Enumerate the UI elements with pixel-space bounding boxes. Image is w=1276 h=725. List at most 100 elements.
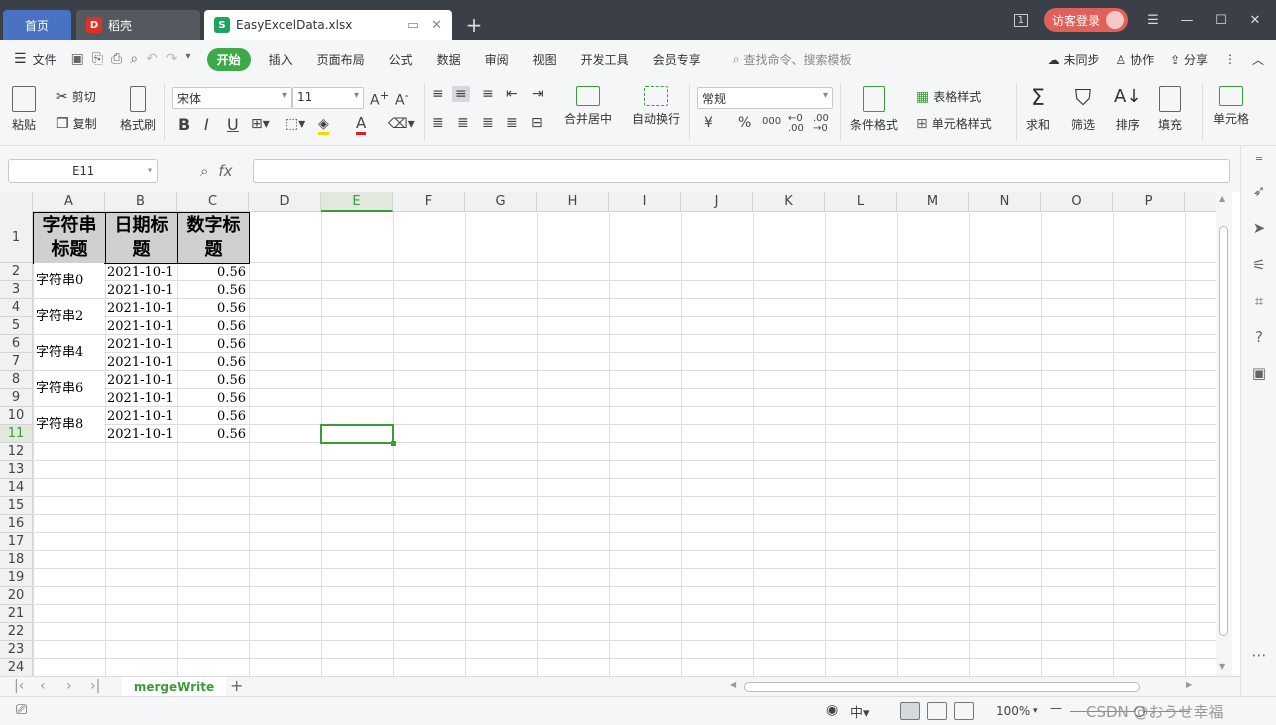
row-header-20[interactable]: 20 bbox=[0, 587, 33, 605]
date-cell[interactable]: 2021-10-1 bbox=[107, 318, 177, 336]
close-window-icon[interactable]: ✕ bbox=[1246, 13, 1264, 28]
row-header-12[interactable]: 12 bbox=[0, 443, 33, 461]
decrease-font-icon[interactable]: A- bbox=[395, 88, 409, 109]
merged-string-cell[interactable]: 字符串8 bbox=[34, 407, 104, 442]
share-button[interactable]: ⇪ 分享 bbox=[1170, 51, 1208, 68]
tab-file[interactable]: S EasyExcelData.xlsx ▭ ✕ bbox=[204, 10, 452, 40]
column-header-c[interactable]: C bbox=[177, 192, 249, 212]
wrap-text-button[interactable]: 自动换行 bbox=[632, 86, 680, 127]
column-header-f[interactable]: F bbox=[393, 192, 465, 212]
spreadsheet-grid[interactable]: ABCDEFGHIJKLMNOP 1 2 3 4 5 6 7 8 9 10 11 12 13 14 15 16… bbox=[0, 192, 1216, 676]
align-right-icon[interactable]: ≣ bbox=[482, 115, 494, 131]
chevron-down-icon[interactable]: ▾ bbox=[186, 51, 191, 67]
header-cell[interactable]: 字符串标题 bbox=[33, 212, 106, 264]
eye-protection-icon[interactable]: ◉ bbox=[826, 702, 838, 718]
page-break-view-icon[interactable] bbox=[954, 702, 974, 720]
row-header-22[interactable]: 22 bbox=[0, 623, 33, 641]
row-header-23[interactable]: 23 bbox=[0, 641, 33, 659]
zoom-search-icon[interactable]: ⌕ bbox=[200, 162, 208, 180]
page-layout-view-icon[interactable] bbox=[927, 702, 947, 720]
horizontal-scroll-thumb[interactable] bbox=[744, 682, 1140, 692]
row-header-10[interactable]: 10 bbox=[0, 407, 33, 425]
menu-icon[interactable]: ☰ bbox=[1144, 13, 1162, 28]
select-all-corner[interactable] bbox=[0, 192, 33, 212]
menu-data[interactable]: 数据 bbox=[437, 51, 461, 68]
next-sheet-icon[interactable]: › bbox=[66, 678, 72, 694]
number-cell[interactable]: 0.56 bbox=[178, 372, 248, 390]
date-cell[interactable]: 2021-10-1 bbox=[107, 264, 177, 282]
font-color-icon[interactable]: A bbox=[356, 114, 367, 135]
date-cell[interactable]: 2021-10-1 bbox=[107, 336, 177, 354]
percent-icon[interactable]: % bbox=[738, 115, 751, 131]
align-left-icon[interactable]: ≣ bbox=[432, 115, 444, 131]
row-header-4[interactable]: 4 bbox=[0, 299, 33, 317]
align-middle-icon[interactable]: ≡ bbox=[452, 86, 470, 102]
date-cell[interactable]: 2021-10-1 bbox=[107, 300, 177, 318]
increase-font-icon[interactable]: A+ bbox=[370, 88, 389, 109]
normal-view-icon[interactable] bbox=[900, 702, 920, 720]
eraser-icon[interactable]: ⌫▾ bbox=[388, 116, 415, 132]
zoom-level[interactable]: 100% bbox=[996, 704, 1030, 718]
menu-developer[interactable]: 开发工具 bbox=[581, 51, 629, 68]
column-header-n[interactable]: N bbox=[969, 192, 1041, 212]
collapse-ribbon-icon[interactable]: ︿ bbox=[1252, 51, 1264, 68]
paste-button[interactable]: 粘贴 bbox=[12, 86, 36, 133]
row-header-11[interactable]: 11 bbox=[0, 425, 33, 443]
column-header-i[interactable]: I bbox=[609, 192, 681, 212]
page-count-icon[interactable]: 1 bbox=[1013, 13, 1028, 27]
thousands-icon[interactable]: 000 bbox=[762, 116, 781, 127]
scroll-left-icon[interactable]: ◀ bbox=[730, 680, 736, 689]
align-bottom-icon[interactable]: ≡ bbox=[482, 86, 494, 102]
scroll-right-icon[interactable]: ▶ bbox=[1186, 680, 1192, 689]
print-icon[interactable]: ⎙ bbox=[111, 51, 122, 67]
menu-file[interactable]: ☰ 文件 bbox=[14, 51, 57, 68]
decrease-decimal-icon[interactable]: .00 →0 bbox=[813, 114, 829, 134]
menu-view[interactable]: 视图 bbox=[533, 51, 557, 68]
row-header-18[interactable]: 18 bbox=[0, 551, 33, 569]
vertical-scrollbar[interactable]: ▲ ▼ bbox=[1216, 192, 1232, 676]
sort-button[interactable]: A↓ 排序 bbox=[1114, 86, 1141, 133]
more-dots-icon[interactable]: ⋯ bbox=[1250, 646, 1268, 664]
row-header-19[interactable]: 19 bbox=[0, 569, 33, 587]
indent-decrease-icon[interactable]: ⇤ bbox=[506, 86, 518, 102]
font-size-select[interactable]: 11 bbox=[292, 87, 364, 109]
align-center-icon[interactable]: ≣ bbox=[457, 115, 469, 131]
horizontal-scrollbar[interactable]: ◀ ▶ bbox=[728, 680, 1198, 694]
row-header-17[interactable]: 17 bbox=[0, 533, 33, 551]
row-header-8[interactable]: 8 bbox=[0, 371, 33, 389]
column-header-g[interactable]: G bbox=[465, 192, 537, 212]
header-cell[interactable]: 数字标题 bbox=[177, 212, 250, 264]
tab-daoke[interactable]: D 稻壳 bbox=[76, 10, 200, 40]
menu-page-layout[interactable]: 页面布局 bbox=[317, 51, 365, 68]
column-header-l[interactable]: L bbox=[825, 192, 897, 212]
more-icon[interactable]: ⋮ bbox=[1224, 52, 1236, 66]
merged-string-cell[interactable]: 字符串6 bbox=[34, 371, 104, 406]
number-cell[interactable]: 0.56 bbox=[178, 264, 248, 282]
minimize-icon[interactable]: — bbox=[1178, 13, 1196, 28]
fx-icon[interactable]: fx bbox=[218, 162, 232, 180]
selected-cell-outline[interactable] bbox=[320, 424, 394, 444]
underline-icon[interactable]: U bbox=[227, 115, 239, 134]
menu-insert[interactable]: 插入 bbox=[269, 51, 293, 68]
close-tab-icon[interactable]: ✕ bbox=[431, 18, 442, 33]
crop-icon[interactable]: ⌗ bbox=[1250, 292, 1268, 310]
column-header-j[interactable]: J bbox=[681, 192, 753, 212]
collab-button[interactable]: ♙ 协作 bbox=[1115, 51, 1154, 68]
border-icon[interactable]: ⊞▾ bbox=[251, 116, 270, 132]
cell-style-button[interactable]: ⊞ 单元格样式 bbox=[916, 115, 992, 132]
name-box[interactable]: E11 bbox=[8, 159, 158, 183]
table-style-button[interactable]: ▦ 表格样式 bbox=[916, 88, 981, 105]
row-header-15[interactable]: 15 bbox=[0, 497, 33, 515]
italic-icon[interactable]: I bbox=[204, 115, 209, 134]
menu-review[interactable]: 审阅 bbox=[485, 51, 509, 68]
maximize-icon[interactable]: ☐ bbox=[1212, 13, 1230, 28]
row-header-5[interactable]: 5 bbox=[0, 317, 33, 335]
row-header-24[interactable]: 24 bbox=[0, 659, 33, 676]
number-cell[interactable]: 0.56 bbox=[178, 282, 248, 300]
row-header-2[interactable]: 2 bbox=[0, 263, 33, 281]
date-cell[interactable]: 2021-10-1 bbox=[107, 426, 177, 444]
row-header-6[interactable]: 6 bbox=[0, 335, 33, 353]
rocket-icon[interactable]: ➶ bbox=[1250, 182, 1268, 200]
cut-button[interactable]: ✂ 剪切 bbox=[56, 88, 96, 105]
scroll-up-icon[interactable]: ▲ bbox=[1219, 194, 1225, 203]
